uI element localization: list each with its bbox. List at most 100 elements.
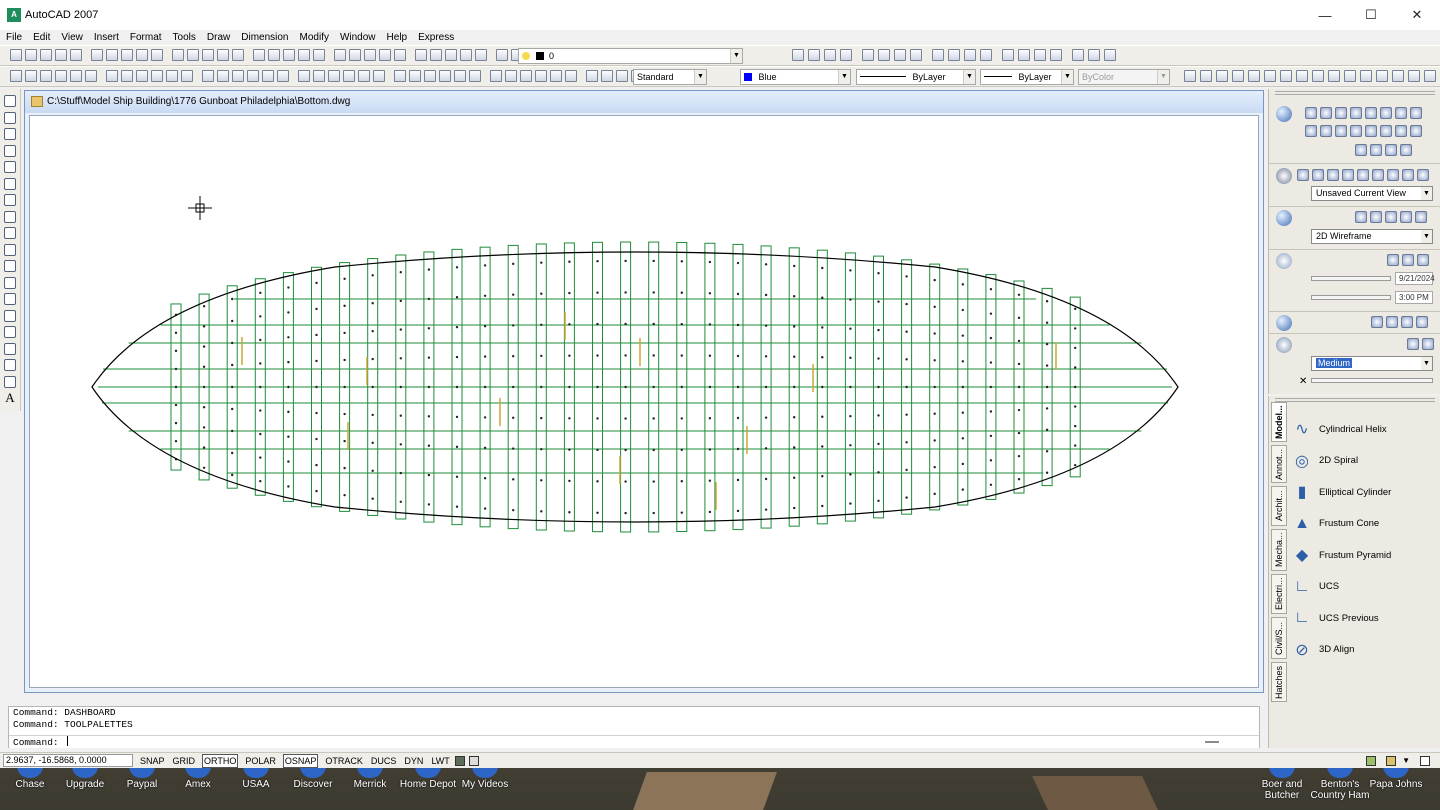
desktop-shortcut[interactable]: Paypal: [112, 766, 172, 790]
toolbar-button-icon[interactable]: [343, 70, 355, 82]
toolbar-button-icon[interactable]: [373, 70, 385, 82]
toolbar-button-icon[interactable]: [932, 49, 944, 61]
toolbar-button-icon[interactable]: [840, 49, 852, 61]
toolbar-button-icon[interactable]: [808, 49, 820, 61]
menu-modify[interactable]: Modify: [300, 32, 329, 43]
polar-toggle[interactable]: POLAR: [244, 755, 277, 767]
toolbar-button-icon[interactable]: [430, 49, 442, 61]
toolbar-button-icon[interactable]: [10, 70, 22, 82]
cylinder-tool-icon[interactable]: [1320, 107, 1332, 119]
cone-tool-icon[interactable]: [1335, 107, 1347, 119]
toolbar-button-icon[interactable]: [424, 70, 436, 82]
menu-dimension[interactable]: Dimension: [241, 32, 288, 43]
panel-grip[interactable]: [1275, 91, 1435, 95]
toolbar-button-icon[interactable]: [151, 49, 163, 61]
toolbar-button-icon[interactable]: [490, 70, 502, 82]
draw-tool-icon[interactable]: [4, 227, 16, 239]
toolbar-button-icon[interactable]: [1328, 70, 1340, 82]
draw-tool-icon[interactable]: [4, 161, 16, 173]
mapping-icon[interactable]: [1401, 316, 1413, 328]
render-icon[interactable]: [1407, 338, 1419, 350]
toolbar-button-icon[interactable]: [268, 49, 280, 61]
flatten-icon[interactable]: [1400, 144, 1412, 156]
desktop-shortcut[interactable]: Chase: [0, 766, 60, 790]
palette-item[interactable]: ◆ Frustum Pyramid: [1291, 543, 1439, 567]
draw-tool-icon[interactable]: [4, 375, 16, 388]
desktop-shortcut[interactable]: Benton's Country Ham: [1310, 766, 1370, 801]
wedge-icon[interactable]: [1380, 107, 1392, 119]
toolbar-button-icon[interactable]: [283, 49, 295, 61]
toolbar-button-icon[interactable]: [601, 70, 613, 82]
slice-icon[interactable]: [1355, 144, 1367, 156]
toolbar-button-icon[interactable]: [1216, 70, 1228, 82]
toolbar-button-icon[interactable]: [910, 49, 922, 61]
toolbar-button-icon[interactable]: [460, 49, 472, 61]
toolbar-button-icon[interactable]: [202, 49, 214, 61]
minimize-button[interactable]: —: [1302, 0, 1348, 30]
toolbar-button-icon[interactable]: [70, 70, 82, 82]
time-value[interactable]: 3:00 PM: [1395, 291, 1433, 304]
palette-item[interactable]: ◎ 2D Spiral: [1291, 449, 1439, 473]
light-icon[interactable]: [1402, 254, 1414, 266]
toolbar-button-icon[interactable]: [1104, 49, 1116, 61]
ducs-toggle[interactable]: DUCS: [370, 755, 398, 767]
loft-icon[interactable]: [1410, 125, 1422, 137]
toolbar-button-icon[interactable]: [151, 70, 163, 82]
toolbar-button-icon[interactable]: [1392, 70, 1404, 82]
toolbar-button-icon[interactable]: [1264, 70, 1276, 82]
drawing-canvas[interactable]: [29, 115, 1259, 688]
toolbar-button-icon[interactable]: [586, 70, 598, 82]
time-slider[interactable]: [1311, 295, 1391, 300]
menu-draw[interactable]: Draw: [207, 32, 230, 43]
toolbar-button-icon[interactable]: [121, 70, 133, 82]
toolbar-button-icon[interactable]: [334, 49, 346, 61]
render-scale-slider[interactable]: [1311, 378, 1433, 383]
model-space-icon[interactable]: [454, 755, 465, 766]
toolbar-button-icon[interactable]: [1376, 70, 1388, 82]
draw-tool-icon[interactable]: [4, 95, 16, 107]
hidden-icon[interactable]: [1370, 211, 1382, 223]
toolbar-button-icon[interactable]: [232, 70, 244, 82]
menu-format[interactable]: Format: [130, 32, 162, 43]
toolbar-button-icon[interactable]: [364, 49, 376, 61]
toolbar-button-icon[interactable]: [792, 49, 804, 61]
desktop-shortcut[interactable]: Amex: [168, 766, 228, 790]
palette-tab[interactable]: Model...: [1271, 402, 1287, 442]
presspull-icon[interactable]: [1365, 125, 1377, 137]
toolbar-button-icon[interactable]: [894, 49, 906, 61]
toolbar-button-icon[interactable]: [1280, 70, 1292, 82]
toolbar-button-icon[interactable]: [550, 70, 562, 82]
menu-file[interactable]: File: [6, 32, 22, 43]
section-icon[interactable]: [1385, 144, 1397, 156]
toolbar-button-icon[interactable]: [358, 70, 370, 82]
materials-panel-icon[interactable]: [1276, 315, 1292, 331]
menu-express[interactable]: Express: [418, 32, 454, 43]
toolbar-button-icon[interactable]: [1408, 70, 1420, 82]
desktop-shortcut[interactable]: Papa Johns: [1366, 766, 1426, 790]
toolbar-button-icon[interactable]: [277, 70, 289, 82]
material-icon[interactable]: [1371, 316, 1383, 328]
sun-icon[interactable]: [1387, 254, 1399, 266]
draw-tool-icon[interactable]: [4, 111, 16, 124]
text-style-dropdown[interactable]: Standard ▼: [633, 69, 707, 85]
parallel-icon[interactable]: [1402, 169, 1414, 181]
toolbar-button-icon[interactable]: [247, 70, 259, 82]
toolbar-button-icon[interactable]: [70, 49, 82, 61]
view-icon[interactable]: [1417, 169, 1429, 181]
toolbar-button-icon[interactable]: [445, 49, 457, 61]
planar-icon[interactable]: [1410, 107, 1422, 119]
toolbar-button-icon[interactable]: [91, 49, 103, 61]
toolbar-button-icon[interactable]: [40, 49, 52, 61]
toolbar-button-icon[interactable]: [181, 70, 193, 82]
close-button[interactable]: ✕: [1394, 0, 1440, 30]
toolbar-button-icon[interactable]: [1232, 70, 1244, 82]
material-editor-icon[interactable]: [1416, 316, 1428, 328]
toolbar-button-icon[interactable]: [253, 49, 265, 61]
menu-window[interactable]: Window: [340, 32, 376, 43]
draw-tool-icon[interactable]: [4, 293, 16, 305]
toolbar-button-icon[interactable]: [535, 70, 547, 82]
zoom-icon[interactable]: [1327, 169, 1339, 181]
palette-item[interactable]: ▲ Frustum Cone: [1291, 512, 1439, 536]
toolbar-button-icon[interactable]: [469, 70, 481, 82]
tray-menu-icon[interactable]: ▼: [1402, 756, 1410, 766]
